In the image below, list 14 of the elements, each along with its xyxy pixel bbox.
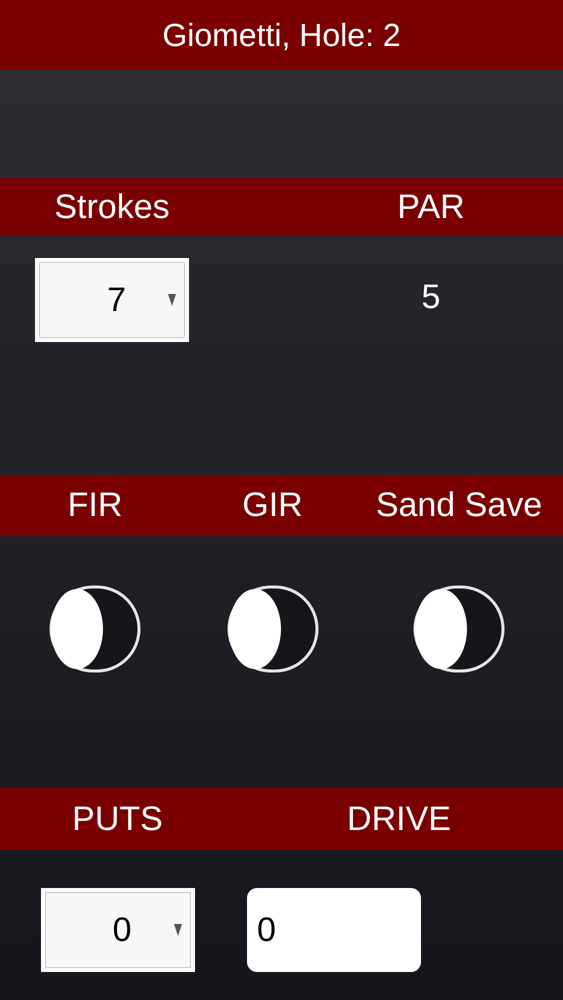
column-label: GIR xyxy=(242,488,303,522)
column-label: PUTS xyxy=(72,802,163,836)
dropdown-select[interactable]: 7 xyxy=(35,258,189,342)
column-label: Strokes xyxy=(54,190,170,224)
column-label: FIR xyxy=(68,488,122,522)
column-label: DRIVE xyxy=(347,802,451,836)
header-title: Giometti, Hole: 2 xyxy=(0,0,563,70)
par-value: 5 xyxy=(422,280,440,318)
dropdown-select[interactable]: 0 xyxy=(40,888,194,972)
column-label: PAR xyxy=(397,190,465,224)
caret-icon xyxy=(168,294,176,306)
column-label: Sand Save xyxy=(376,488,542,522)
drive-input[interactable]: 0 xyxy=(247,888,421,972)
caret-icon xyxy=(174,924,182,936)
